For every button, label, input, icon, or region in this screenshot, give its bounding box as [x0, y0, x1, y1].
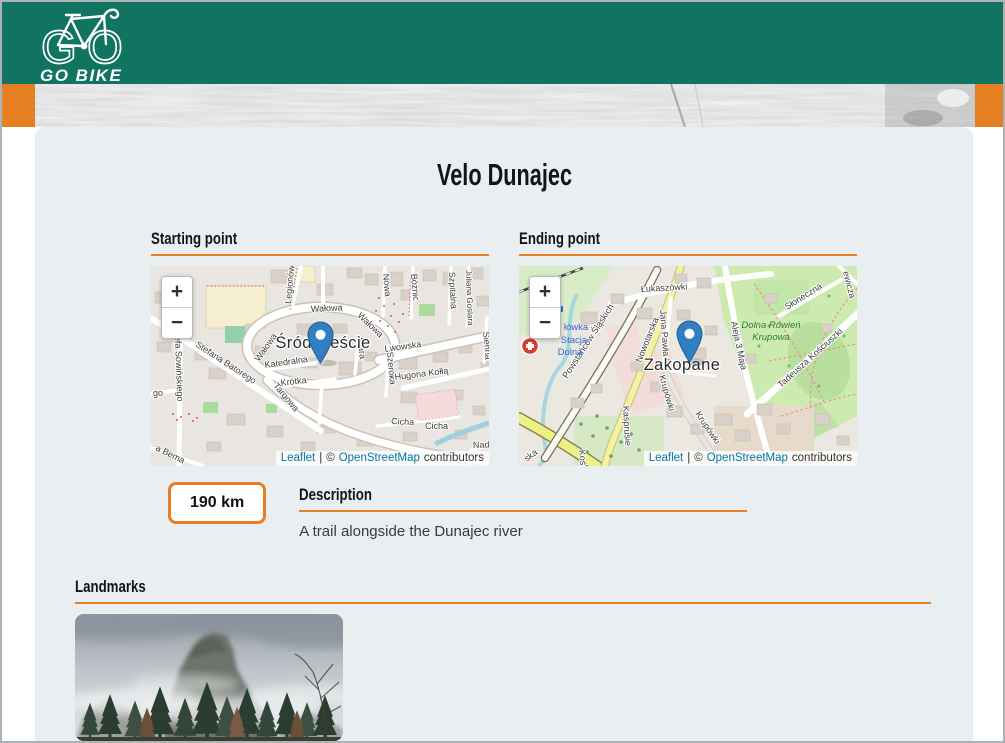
street-label: Cicha	[391, 416, 415, 427]
zoom-control: + −	[529, 276, 561, 339]
route-maps-row: Starting point	[151, 229, 857, 466]
asphalt-banner-image	[35, 84, 975, 127]
misty-mountain-image	[75, 614, 343, 741]
end-map[interactable]: Łukaszówki Nowotarska Powstańców Śląskic…	[519, 266, 857, 466]
zoom-out-button[interactable]: −	[530, 307, 560, 338]
end-map-tiles: Łukaszówki Nowotarska Powstańców Śląskic…	[519, 266, 857, 466]
zoom-in-button[interactable]: +	[162, 277, 192, 307]
landmarks-section: Landmarks	[75, 577, 931, 741]
starting-point-section: Starting point	[151, 229, 489, 466]
attribution-contributors: contributors	[792, 452, 852, 464]
leaflet-link[interactable]: Leaflet	[281, 452, 316, 464]
street-label: Kasprusie	[621, 406, 633, 446]
attribution-divider: |	[687, 452, 690, 464]
starting-point-heading: Starting point	[151, 229, 489, 256]
accent-block-right	[975, 84, 1003, 127]
medical-poi-icon	[522, 338, 539, 355]
street-label: Szpitalna	[447, 272, 459, 310]
station-label: Stacja	[561, 335, 588, 346]
banner-row	[2, 84, 1003, 127]
street-label: Nowa	[381, 273, 393, 297]
description-heading: Description	[299, 485, 747, 512]
landmarks-heading: Landmarks	[75, 577, 931, 604]
attribution-contributors: contributors	[424, 452, 484, 464]
street-label: go	[153, 388, 163, 398]
go-bike-logo: G O GO BIKE	[38, 6, 140, 84]
station-label: Dolna	[558, 347, 584, 358]
place-label: Zakopane	[644, 356, 721, 374]
info-row: 190 km Description A trail alongside the…	[168, 482, 973, 540]
street-label: Koś	[577, 449, 588, 466]
zoom-out-button[interactable]: −	[162, 307, 192, 338]
street-label: Nadbr	[473, 439, 489, 450]
park-label: Krupowa	[752, 332, 790, 343]
landmark-photo	[75, 614, 343, 741]
osm-link[interactable]: OpenStreetMap	[707, 452, 788, 464]
description-text: A trail alongside the Dunajec river	[299, 523, 747, 540]
leaflet-link[interactable]: Leaflet	[649, 452, 684, 464]
logo-wordmark: GO BIKE	[40, 66, 122, 84]
park-label: Dolna Rówień	[741, 320, 800, 331]
street-label: Cicha	[425, 421, 448, 431]
zoom-in-button[interactable]: +	[530, 277, 560, 307]
trail-detail-panel: Velo Dunajec Starting point	[35, 127, 973, 741]
ending-point-section: Ending point	[519, 229, 857, 466]
header: G O GO BIKE	[2, 2, 1003, 84]
map-attribution: Leaflet | © OpenStreetMap contributors	[644, 451, 857, 466]
bicycle-icon: G O	[41, 10, 123, 73]
zoom-control: + −	[161, 276, 193, 339]
page-title: Velo Dunajec	[35, 127, 973, 193]
station-label: łówka	[564, 322, 589, 333]
distance-badge: 190 km	[168, 482, 266, 524]
description-section: Description A trail alongside the Dunaje…	[299, 482, 747, 540]
app-window: G O GO BIKE	[0, 0, 1005, 743]
ending-point-heading: Ending point	[519, 229, 857, 256]
attribution-copyright: ©	[326, 452, 334, 464]
accent-block-left	[2, 84, 35, 127]
map-attribution: Leaflet | © OpenStreetMap contributors	[276, 451, 489, 466]
street-label: Wałowa	[311, 302, 343, 314]
start-map-tiles: Wałowa Wałowa Wałowa Legionów Nowa Bóżni…	[151, 266, 489, 466]
attribution-copyright: ©	[694, 452, 702, 464]
osm-link[interactable]: OpenStreetMap	[339, 452, 420, 464]
start-map[interactable]: Wałowa Wałowa Wałowa Legionów Nowa Bóżni…	[151, 266, 489, 466]
attribution-divider: |	[319, 452, 322, 464]
